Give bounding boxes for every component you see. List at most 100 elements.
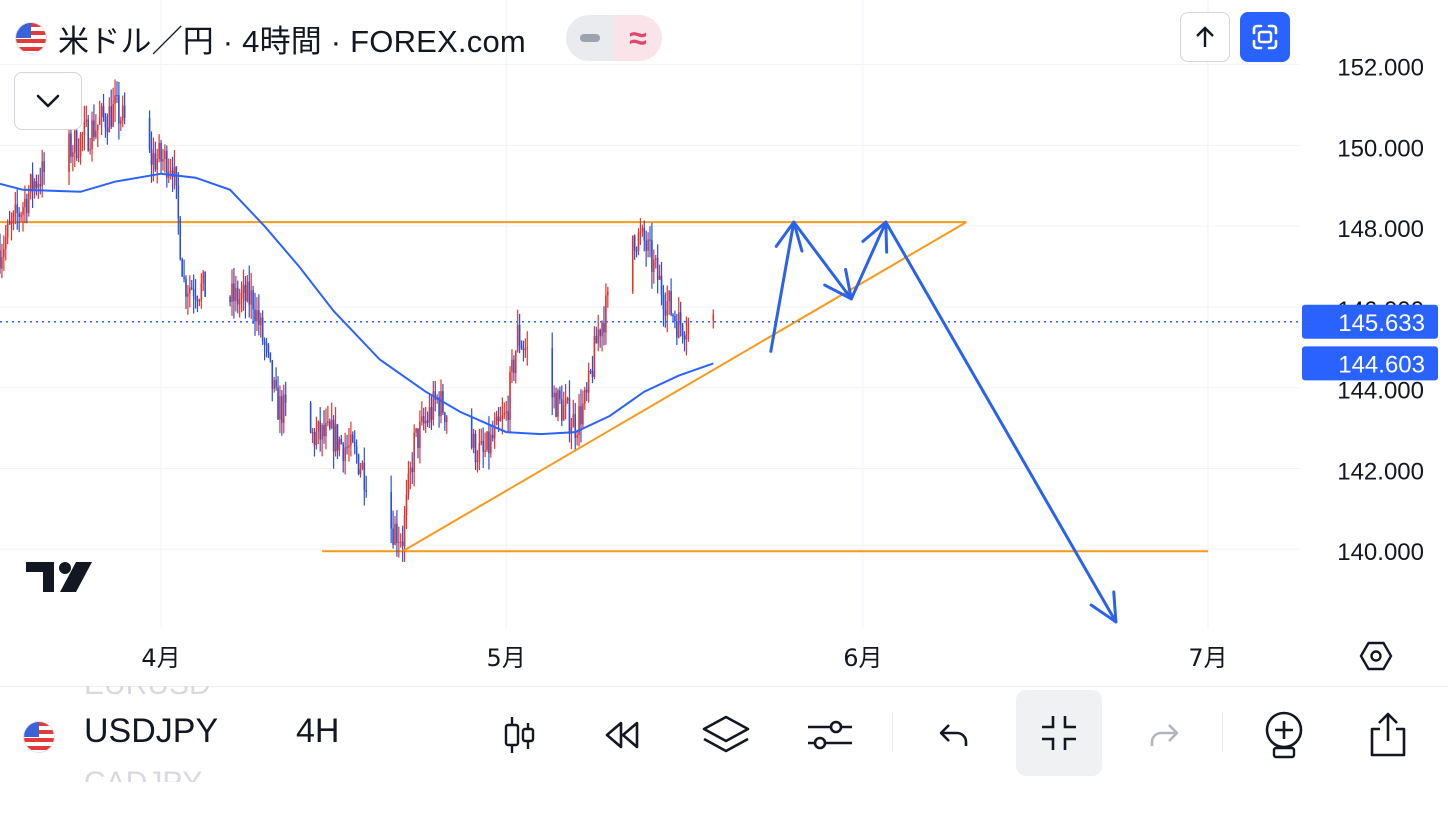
candle-body: [116, 95, 118, 97]
forecast-segment: [884, 220, 1118, 624]
candle-body: [486, 431, 488, 451]
candle-body: [631, 235, 634, 292]
price-tick-label: 140.000: [1337, 539, 1424, 566]
candle-body: [121, 105, 124, 121]
candle-body: [516, 324, 519, 352]
candle-body: [340, 439, 343, 444]
trend-lines: [402, 221, 967, 553]
candle-body: [123, 105, 126, 119]
candle-body: [353, 441, 356, 447]
candle-body: [183, 276, 185, 279]
us-flag-icon: [16, 23, 46, 53]
candle-body: [511, 359, 513, 372]
chart-type-button[interactable]: [480, 700, 560, 770]
candle-body: [4, 237, 7, 249]
candle-body: [87, 119, 90, 151]
candle-body: [8, 223, 11, 225]
price-chart[interactable]: 152.000150.000148.000146.000144.000142.0…: [0, 0, 1448, 686]
scroll-up-button[interactable]: [1180, 12, 1230, 62]
candle-body: [118, 95, 120, 124]
candle-body: [162, 159, 164, 162]
candle-body: [108, 106, 111, 133]
candle-body: [411, 467, 414, 472]
candle-body: [89, 149, 91, 151]
candle-body: [158, 142, 160, 159]
candle-body: [267, 345, 270, 353]
candle-body: [246, 281, 249, 302]
candle-body: [562, 405, 565, 421]
undo-icon: [939, 724, 968, 746]
candle-body: [495, 416, 498, 425]
candle-body: [106, 127, 109, 133]
candle-body: [185, 278, 187, 297]
candle-body: [582, 403, 584, 425]
add-alert-button[interactable]: [1244, 700, 1324, 770]
candle-body: [585, 389, 588, 393]
candle-body: [641, 227, 644, 232]
hexagon-settings-icon[interactable]: [1359, 641, 1393, 671]
candle-body: [154, 153, 157, 170]
candle-body: [357, 454, 360, 474]
share-button[interactable]: [1348, 700, 1428, 770]
candle-body: [77, 156, 80, 159]
candle-body: [263, 341, 266, 345]
candle-body: [593, 336, 596, 377]
redo-button[interactable]: [1124, 700, 1204, 770]
candle-body: [43, 161, 45, 173]
candle-body: [3, 248, 5, 258]
interval-selector[interactable]: 4H: [296, 712, 339, 751]
candle-body: [321, 425, 323, 440]
chart-mode-toggle[interactable]: ≈: [565, 15, 662, 61]
candle-body: [497, 416, 500, 421]
candle-body: [102, 106, 105, 117]
layers-icon: [702, 715, 750, 753]
candle-body: [18, 213, 20, 217]
undo-button[interactable]: [914, 700, 994, 770]
candle-body: [670, 291, 672, 315]
collapse-view-button[interactable]: [1016, 690, 1102, 776]
price-tick-label: 142.000: [1337, 458, 1424, 485]
candle-body: [181, 259, 183, 277]
candle-body: [405, 494, 408, 516]
candle-body: [392, 528, 394, 545]
candle-body: [342, 443, 345, 462]
candle-body: [572, 414, 575, 428]
candle-body: [647, 239, 649, 251]
candle-body: [580, 406, 582, 425]
fullscreen-button[interactable]: [1240, 12, 1290, 62]
wave-icon[interactable]: ≈: [613, 15, 662, 61]
candle-body: [513, 359, 515, 374]
candle-body: [242, 284, 245, 293]
layers-button[interactable]: [686, 700, 766, 770]
time-tick-label: 7月: [1188, 644, 1227, 672]
candle-body: [474, 433, 477, 463]
symbol-selector[interactable]: USDJPY: [84, 712, 218, 751]
replay-button[interactable]: [582, 700, 662, 770]
candle-body: [415, 428, 417, 433]
candle-body: [666, 301, 669, 316]
candle-body: [271, 360, 274, 389]
candle-body: [14, 204, 17, 213]
forecast-segment: [769, 220, 796, 353]
candle-body: [672, 314, 674, 317]
dash-icon[interactable]: [565, 15, 614, 61]
candle-body: [574, 414, 577, 439]
candle-body: [10, 220, 13, 224]
candle-body: [313, 432, 316, 446]
indicators-button[interactable]: [790, 700, 870, 770]
trend-line: [402, 221, 967, 553]
forecast-segment: [849, 220, 888, 301]
candle-body: [419, 421, 421, 448]
candle-body: [179, 218, 182, 260]
toolbar-separator: [892, 712, 893, 752]
collapse-legend-button[interactable]: [14, 72, 82, 130]
candle-body: [39, 184, 42, 187]
candle-body: [566, 398, 569, 401]
candle-body: [524, 348, 527, 351]
candle-body: [656, 258, 659, 280]
candle-body: [444, 412, 446, 423]
candle-body: [150, 149, 153, 165]
candle-body: [194, 295, 197, 300]
replay-icon: [605, 721, 639, 749]
candle-body: [281, 396, 283, 423]
